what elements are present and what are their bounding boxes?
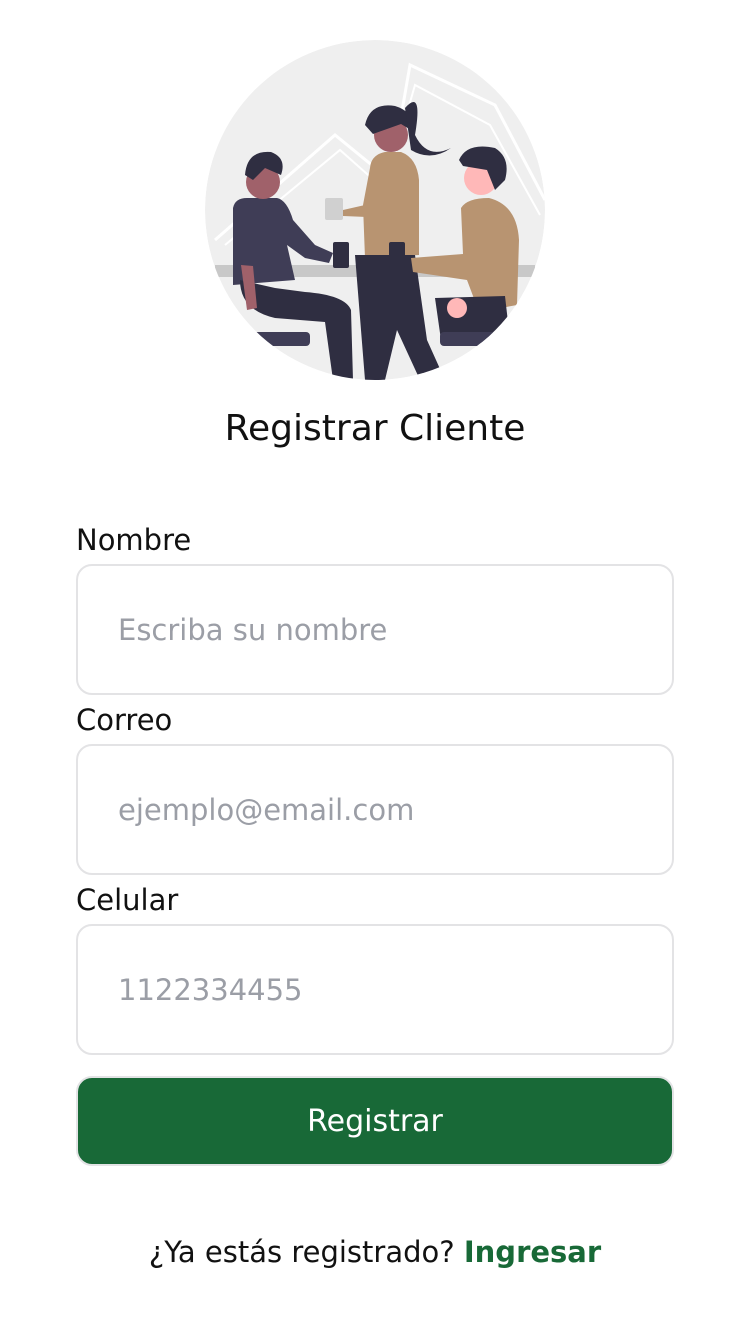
name-field-group: Nombre <box>76 520 674 700</box>
email-label: Correo <box>76 703 173 737</box>
login-prompt-text: ¿Ya estás registrado? <box>148 1235 455 1269</box>
email-field-group: Correo <box>76 700 674 880</box>
phone-field-group: Celular <box>76 880 674 1060</box>
page-title: Registrar Cliente <box>224 408 526 449</box>
register-form: Nombre Correo Celular Registrar <box>76 520 674 1166</box>
phone-label: Celular <box>76 883 179 917</box>
hero-illustration <box>205 40 545 380</box>
phone-input[interactable] <box>76 924 674 1055</box>
name-label: Nombre <box>76 523 192 557</box>
email-input[interactable] <box>76 744 674 875</box>
login-link[interactable]: Ingresar <box>464 1235 601 1269</box>
register-button[interactable]: Registrar <box>76 1076 674 1166</box>
name-input[interactable] <box>76 564 674 695</box>
people-meeting-illustration <box>205 40 545 380</box>
login-prompt: ¿Ya estás registrado? Ingresar <box>0 1232 750 1272</box>
